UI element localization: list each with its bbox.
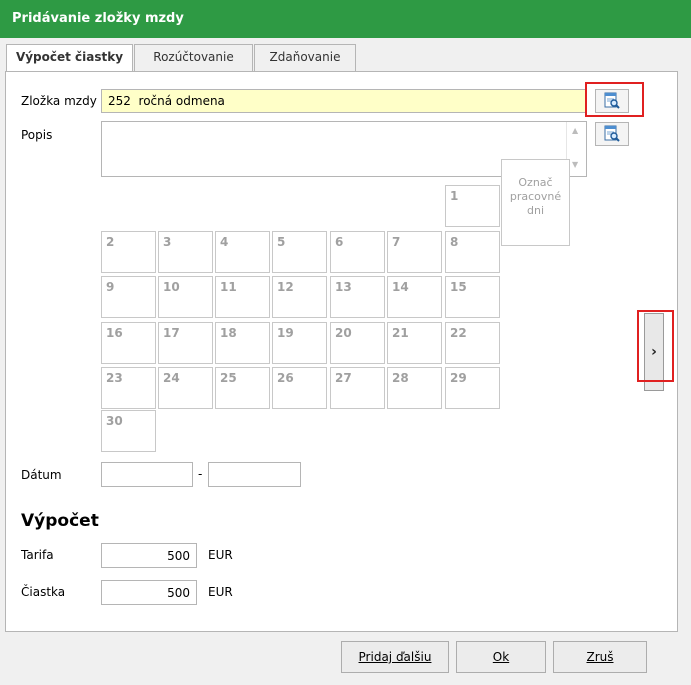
calendar-day[interactable]: 19 — [272, 322, 327, 364]
date-label: Dátum — [21, 468, 62, 482]
amount-unit: EUR — [208, 585, 233, 599]
calendar-day[interactable]: 17 — [158, 322, 213, 364]
calendar-day[interactable]: 13 — [330, 276, 385, 318]
date-from-input[interactable] — [101, 462, 193, 487]
calendar-day[interactable]: 2 — [101, 231, 156, 273]
calendar-day[interactable]: 15 — [445, 276, 500, 318]
description-lookup-button[interactable] — [595, 122, 629, 146]
calculation-title: Výpočet — [21, 511, 99, 531]
calendar-day[interactable]: 7 — [387, 231, 442, 273]
tariff-unit: EUR — [208, 548, 233, 562]
calendar-day[interactable]: 5 — [272, 231, 327, 273]
component-label: Zložka mzdy — [21, 94, 97, 108]
scroll-up-icon[interactable]: ▲ — [572, 126, 578, 135]
calendar-day[interactable]: 20 — [330, 322, 385, 364]
calendar-day[interactable]: 16 — [101, 322, 156, 364]
date-separator: - — [198, 467, 203, 481]
highlight-lookup — [585, 82, 644, 117]
tab-allocation[interactable]: Rozúčtovanie — [134, 44, 253, 71]
window-title: Pridávanie zložky mzdy — [0, 0, 691, 38]
ok-button[interactable]: Ok — [456, 641, 546, 673]
lookup-icon — [604, 125, 620, 142]
ok-label: Ok — [492, 650, 510, 664]
calendar-day[interactable]: 11 — [215, 276, 270, 318]
calendar-day[interactable]: 4 — [215, 231, 270, 273]
calendar-day[interactable]: 21 — [387, 322, 442, 364]
component-input[interactable] — [101, 89, 587, 113]
amount-label: Čiastka — [21, 585, 66, 599]
calendar-day[interactable]: 25 — [215, 367, 270, 409]
calendar-day[interactable]: 23 — [101, 367, 156, 409]
description-label: Popis — [21, 128, 53, 142]
tab-calculation[interactable]: Výpočet čiastky — [6, 44, 133, 72]
calendar-day[interactable]: 14 — [387, 276, 442, 318]
highlight-side-panel — [637, 310, 674, 382]
calendar-day[interactable]: 6 — [330, 231, 385, 273]
calendar-day[interactable]: 22 — [445, 322, 500, 364]
tariff-input[interactable] — [101, 543, 197, 568]
cancel-label: Zruš — [586, 650, 614, 664]
cancel-button[interactable]: Zruš — [553, 641, 647, 673]
calendar-day[interactable]: 10 — [158, 276, 213, 318]
calendar-day[interactable]: 29 — [445, 367, 500, 409]
calendar-day[interactable]: 28 — [387, 367, 442, 409]
amount-input[interactable] — [101, 580, 197, 605]
calendar-day[interactable]: 30 — [101, 410, 156, 452]
date-to-input[interactable] — [208, 462, 301, 487]
calendar-day[interactable]: 12 — [272, 276, 327, 318]
calendar-day[interactable]: 3 — [158, 231, 213, 273]
tariff-label: Tarifa — [21, 548, 54, 562]
calendar-day[interactable]: 9 — [101, 276, 156, 318]
scroll-down-icon[interactable]: ▼ — [572, 160, 578, 169]
calendar-day[interactable]: 18 — [215, 322, 270, 364]
tab-taxation[interactable]: Zdaňovanie — [254, 44, 356, 71]
calendar-day[interactable]: 26 — [272, 367, 327, 409]
calendar-day[interactable]: 8 — [445, 231, 500, 273]
calendar-day[interactable]: 24 — [158, 367, 213, 409]
calendar-day[interactable]: 27 — [330, 367, 385, 409]
add-next-button[interactable]: Pridaj ďalšiu — [341, 641, 449, 673]
calendar-day[interactable]: 1 — [445, 185, 500, 227]
add-next-label: Pridaj ďalšiu — [358, 650, 432, 664]
mark-working-days-button[interactable]: Označ pracovné dni — [501, 159, 570, 246]
